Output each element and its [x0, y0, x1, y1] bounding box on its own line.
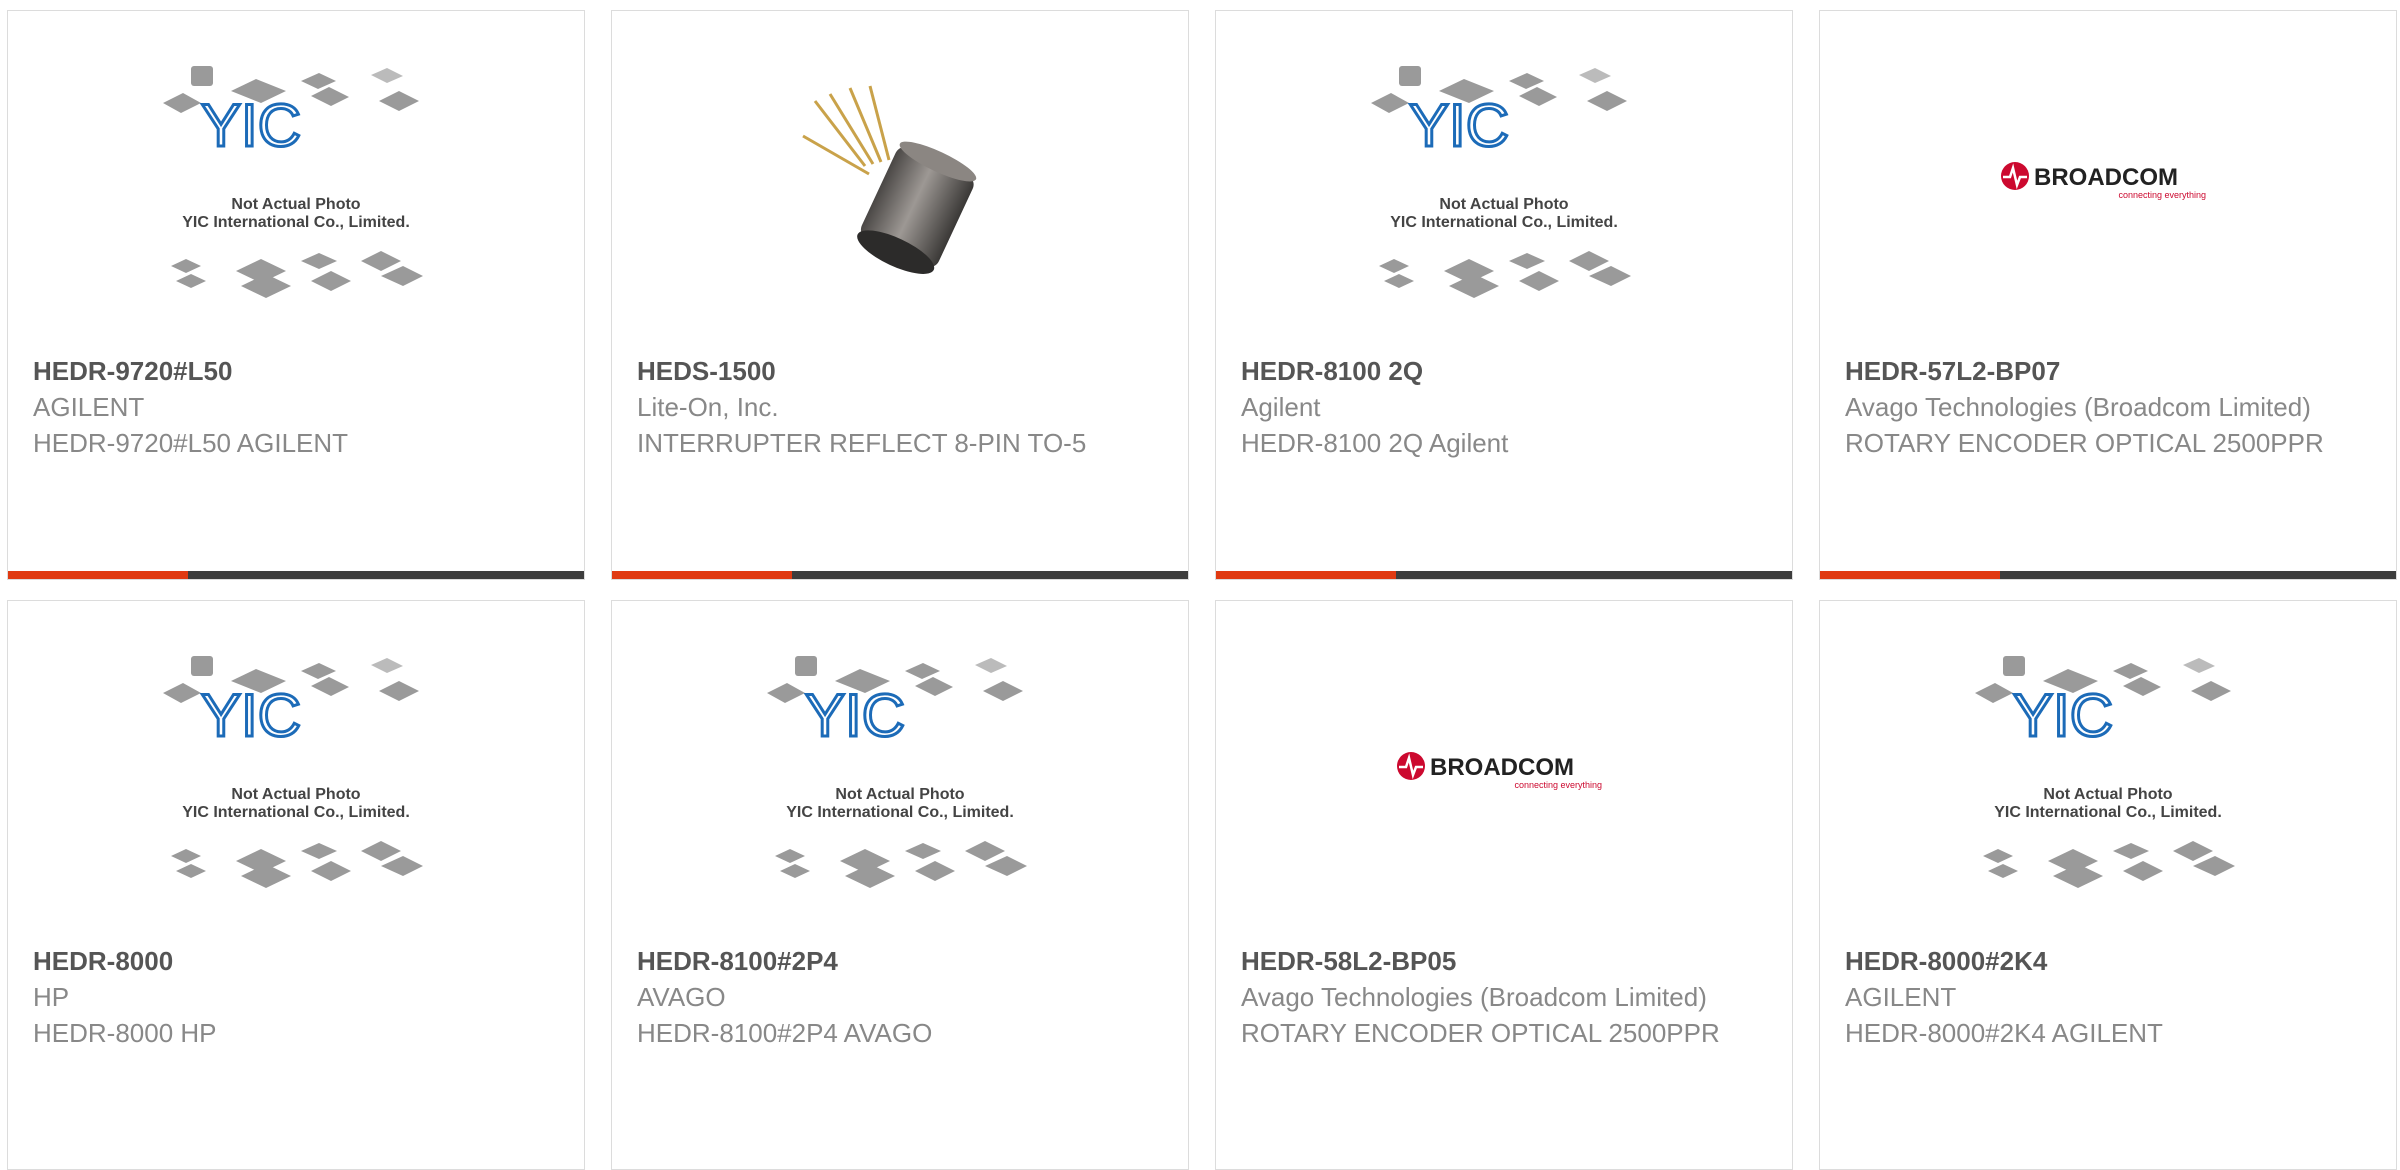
manufacturer: AGILENT: [33, 392, 145, 422]
svg-text:connecting everything: connecting everything: [2118, 190, 2206, 200]
part-number[interactable]: HEDR-9720#L50: [33, 353, 553, 389]
product-image[interactable]: YIC Not Actual Photo YIC International C…: [8, 601, 584, 941]
manufacturer: Agilent: [1241, 392, 1321, 422]
product-image[interactable]: YIC Not Actual Photo YIC International C…: [612, 601, 1188, 941]
yic-logo: YIC: [1409, 92, 1509, 159]
manufacturer: HP: [33, 982, 70, 1012]
description: HEDR-8100 2Q Agilent: [1241, 428, 1509, 458]
manufacturer: Avago Technologies (Broadcom Limited): [1241, 982, 1707, 1012]
manufacturer: AVAGO: [637, 982, 726, 1012]
svg-text:BROADCOM: BROADCOM: [1430, 754, 1574, 781]
svg-text:Not Actual Photo: Not Actual Photo: [231, 786, 360, 803]
product-card[interactable]: YIC Not Actual Photo YIC International C…: [611, 600, 1189, 1170]
svg-text:YIC International Co., Limited: YIC International Co., Limited.: [182, 804, 410, 821]
card-bottom-bar: [1820, 571, 2396, 579]
product-image[interactable]: YIC Not Actual Photo YIC International C…: [1820, 601, 2396, 941]
product-image[interactable]: YIC Not Actual Photo YIC International C…: [1216, 11, 1792, 351]
placeholder-image: YIC Not Actual Photo YIC International C…: [163, 66, 423, 298]
svg-text:Not Actual Photo: Not Actual Photo: [231, 196, 360, 213]
svg-text:Not Actual Photo: Not Actual Photo: [2043, 786, 2172, 803]
description: INTERRUPTER REFLECT 8-PIN TO-5: [637, 428, 1087, 458]
product-image[interactable]: YIC Not Actual Photo YIC International C…: [8, 11, 584, 351]
svg-text:YIC International Co., Limited: YIC International Co., Limited.: [1994, 804, 2222, 821]
component-photo: [802, 85, 977, 274]
manufacturer: Avago Technologies (Broadcom Limited): [1845, 392, 2311, 422]
svg-text:Not Actual Photo: Not Actual Photo: [1439, 196, 1568, 213]
product-image[interactable]: [612, 11, 1188, 351]
product-card[interactable]: HEDS-1500 Lite-On, Inc. INTERRUPTER REFL…: [611, 10, 1189, 580]
placeholder-image: YIC Not Actual Photo YIC International C…: [1975, 656, 2235, 888]
svg-text:YIC International Co., Limited: YIC International Co., Limited.: [1390, 214, 1618, 231]
product-grid: YIC Not Actual Photo YIC International C…: [0, 0, 2400, 1170]
broadcom-logo: BROADCOM connecting everything: [2001, 162, 2206, 200]
manufacturer: Lite-On, Inc.: [637, 392, 779, 422]
product-card[interactable]: BROADCOM connecting everything HEDR-57L2…: [1819, 10, 2397, 580]
product-card[interactable]: YIC Not Actual Photo YIC International C…: [1215, 10, 1793, 580]
yic-logo: YIC: [201, 682, 301, 749]
svg-text:connecting everything: connecting everything: [1514, 780, 1602, 790]
placeholder-image: YIC Not Actual Photo YIC International C…: [767, 656, 1027, 888]
part-number[interactable]: HEDR-57L2-BP07: [1845, 353, 2365, 389]
description: HEDR-8000#2K4 AGILENT: [1845, 1018, 2163, 1048]
placeholder-image: YIC Not Actual Photo YIC International C…: [1371, 66, 1631, 298]
description: ROTARY ENCODER OPTICAL 2500PPR: [1241, 1018, 1720, 1048]
product-card[interactable]: YIC Not Actual Photo YIC International C…: [7, 600, 585, 1170]
product-card[interactable]: BROADCOM connecting everything HEDR-58L2…: [1215, 600, 1793, 1170]
broadcom-logo: BROADCOM connecting everything: [1397, 752, 1602, 790]
product-image[interactable]: BROADCOM connecting everything: [1820, 11, 2396, 351]
svg-text:BROADCOM: BROADCOM: [2034, 164, 2178, 191]
yic-logo: YIC: [201, 92, 301, 159]
placeholder-image: YIC Not Actual Photo YIC International C…: [163, 656, 423, 888]
svg-text:Not Actual Photo: Not Actual Photo: [835, 786, 964, 803]
part-number[interactable]: HEDR-8100#2P4: [637, 943, 1157, 979]
yic-logo: YIC: [2013, 682, 2113, 749]
product-card[interactable]: YIC Not Actual Photo YIC International C…: [7, 10, 585, 580]
part-number[interactable]: HEDR-8100 2Q: [1241, 353, 1761, 389]
product-card[interactable]: YIC Not Actual Photo YIC International C…: [1819, 600, 2397, 1170]
card-bottom-bar: [1216, 571, 1792, 579]
svg-text:YIC International Co., Limited: YIC International Co., Limited.: [182, 214, 410, 231]
card-bottom-bar: [612, 571, 1188, 579]
manufacturer: AGILENT: [1845, 982, 1957, 1012]
description: HEDR-9720#L50 AGILENT: [33, 428, 349, 458]
description: HEDR-8100#2P4 AVAGO: [637, 1018, 933, 1048]
svg-text:YIC International Co., Limited: YIC International Co., Limited.: [786, 804, 1014, 821]
part-number[interactable]: HEDS-1500: [637, 353, 1157, 389]
description: HEDR-8000 HP: [33, 1018, 217, 1048]
card-bottom-bar: [8, 571, 584, 579]
part-number[interactable]: HEDR-8000#2K4: [1845, 943, 2365, 979]
yic-logo: YIC: [805, 682, 905, 749]
part-number[interactable]: HEDR-8000: [33, 943, 553, 979]
product-image[interactable]: BROADCOM connecting everything: [1216, 601, 1792, 941]
part-number[interactable]: HEDR-58L2-BP05: [1241, 943, 1761, 979]
description: ROTARY ENCODER OPTICAL 2500PPR: [1845, 428, 2324, 458]
